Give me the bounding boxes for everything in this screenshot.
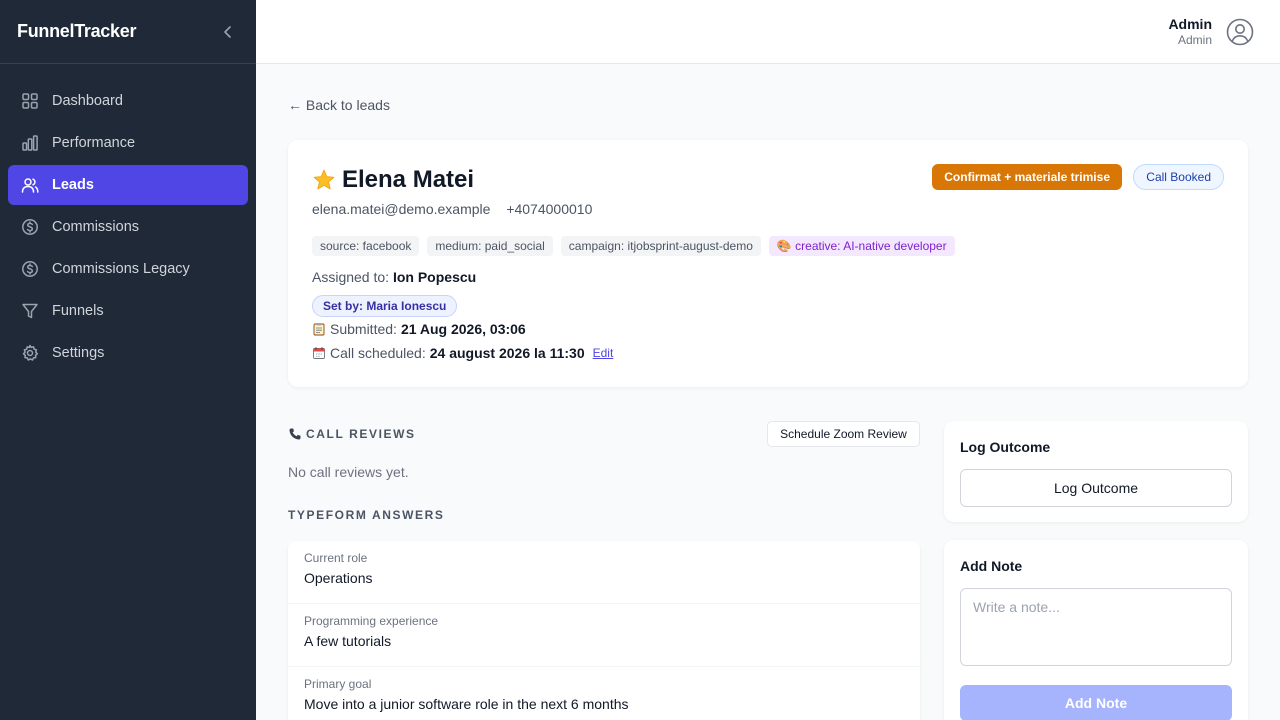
funnel-icon bbox=[20, 301, 40, 321]
sidebar-item-commissions[interactable]: Commissions bbox=[8, 207, 248, 247]
answer-value: Move into a junior software role in the … bbox=[304, 696, 629, 712]
sidebar-item-commissions-legacy[interactable]: Commissions Legacy bbox=[8, 249, 248, 289]
star-icon[interactable] bbox=[312, 168, 336, 192]
lead-card: Elena Matei elena.matei@demo.example +40… bbox=[288, 140, 1248, 387]
sidebar-item-label: Commissions bbox=[52, 219, 140, 235]
submitted-line: Submitted: 21 Aug 2026, 03:06 bbox=[312, 321, 526, 337]
sidebar-item-label: Commissions Legacy bbox=[52, 261, 190, 277]
edit-call-link[interactable]: Edit bbox=[593, 346, 614, 360]
note-input[interactable] bbox=[960, 588, 1232, 666]
call-booked-badge: Call Booked bbox=[1133, 164, 1224, 190]
calendar-icon bbox=[312, 346, 326, 360]
chevron-left-icon[interactable] bbox=[220, 24, 236, 40]
tag-campaign: campaign: itjobsprint-august-demo bbox=[560, 236, 761, 256]
schedule-zoom-review-button[interactable]: Schedule Zoom Review bbox=[767, 421, 920, 447]
add-note-card: Add Note Add Note bbox=[944, 540, 1248, 720]
answer-question: Programming experience bbox=[304, 614, 439, 628]
tag-medium: medium: paid_social bbox=[427, 236, 553, 256]
lead-email: elena.matei@demo.example bbox=[312, 201, 491, 217]
users-icon bbox=[20, 175, 40, 195]
dollar-circle-icon bbox=[20, 259, 40, 279]
sidebar-item-funnels[interactable]: Funnels bbox=[8, 291, 248, 331]
bar-chart-icon bbox=[20, 133, 40, 153]
dollar-circle-icon bbox=[20, 217, 40, 237]
answer-item: Programming experience A few tutorials bbox=[288, 604, 920, 667]
clipboard-icon bbox=[312, 322, 326, 336]
tag-creative: 🎨 creative: AI-native developer bbox=[768, 236, 955, 256]
user-info: Admin Admin bbox=[1168, 16, 1212, 48]
call-reviews-title: CALL REVIEWS bbox=[306, 427, 416, 441]
lead-phone: +4074000010 bbox=[506, 201, 593, 217]
user-avatar-icon[interactable] bbox=[1226, 18, 1254, 46]
app-brand: FunnelTracker bbox=[17, 21, 137, 41]
submitted-label: Submitted: bbox=[330, 321, 397, 337]
typeform-title: TYPEFORM ANSWERS bbox=[288, 508, 445, 522]
assigned-name: Ion Popescu bbox=[392, 269, 477, 285]
call-reviews-empty: No call reviews yet. bbox=[288, 464, 409, 480]
phone-icon bbox=[288, 427, 302, 441]
call-reviews-heading: CALL REVIEWS bbox=[288, 427, 416, 441]
back-to-leads-link[interactable]: ← Back to leads bbox=[288, 97, 390, 113]
call-scheduled-value: 24 august 2026 la 11:30 bbox=[429, 345, 585, 361]
assigned-label: Assigned to: bbox=[312, 269, 390, 285]
sidebar-item-label: Dashboard bbox=[52, 93, 123, 109]
sidebar-item-performance[interactable]: Performance bbox=[8, 123, 248, 163]
stage-badge[interactable]: Confirmat + materiale trimise bbox=[932, 164, 1122, 190]
user-name: Admin bbox=[1168, 16, 1212, 32]
set-by-badge: Set by: Maria Ionescu bbox=[312, 295, 458, 317]
log-outcome-button[interactable]: Log Outcome bbox=[960, 469, 1232, 507]
answer-item: Primary goal Move into a junior software… bbox=[288, 667, 920, 720]
topbar: Admin Admin bbox=[256, 0, 1280, 64]
add-note-button[interactable]: Add Note bbox=[960, 685, 1232, 720]
sidebar-item-leads[interactable]: Leads bbox=[8, 165, 248, 205]
gear-icon bbox=[20, 343, 40, 363]
typeform-answers: Current role Operations Programming expe… bbox=[288, 541, 920, 720]
sidebar-item-dashboard[interactable]: Dashboard bbox=[8, 81, 248, 121]
lead-contact: elena.matei@demo.example +4074000010 bbox=[312, 201, 592, 217]
add-note-title: Add Note bbox=[960, 558, 1023, 574]
sidebar-item-label: Leads bbox=[52, 177, 94, 193]
assigned-to: Assigned to: Ion Popescu bbox=[312, 269, 476, 285]
sidebar: FunnelTracker Dashboard Performance Lead… bbox=[0, 0, 256, 720]
answer-value: A few tutorials bbox=[304, 633, 392, 649]
sidebar-item-label: Funnels bbox=[52, 303, 104, 319]
answer-question: Primary goal bbox=[304, 677, 372, 691]
log-outcome-title: Log Outcome bbox=[960, 439, 1051, 455]
log-outcome-card: Log Outcome Log Outcome bbox=[944, 421, 1248, 522]
call-scheduled-line: Call scheduled: 24 august 2026 la 11:30 … bbox=[312, 345, 613, 361]
lead-title: Elena Matei bbox=[312, 166, 474, 194]
answer-question: Current role bbox=[304, 551, 368, 565]
sidebar-item-label: Settings bbox=[52, 345, 105, 361]
answer-value: Operations bbox=[304, 570, 373, 586]
submitted-value: 21 Aug 2026, 03:06 bbox=[400, 321, 526, 337]
tag-source: source: facebook bbox=[312, 236, 420, 256]
call-scheduled-label: Call scheduled: bbox=[330, 345, 426, 361]
typeform-heading: TYPEFORM ANSWERS bbox=[288, 508, 445, 522]
grid-icon bbox=[20, 91, 40, 111]
sidebar-item-settings[interactable]: Settings bbox=[8, 333, 248, 373]
user-role: Admin bbox=[1177, 33, 1212, 47]
sidebar-item-label: Performance bbox=[52, 135, 136, 151]
sidebar-nav: Dashboard Performance Leads Commissions … bbox=[0, 64, 256, 373]
lead-tags: source: facebook medium: paid_social cam… bbox=[312, 236, 963, 256]
sidebar-header: FunnelTracker bbox=[0, 0, 256, 64]
lead-name: Elena Matei bbox=[342, 166, 475, 193]
answer-item: Current role Operations bbox=[288, 541, 920, 604]
